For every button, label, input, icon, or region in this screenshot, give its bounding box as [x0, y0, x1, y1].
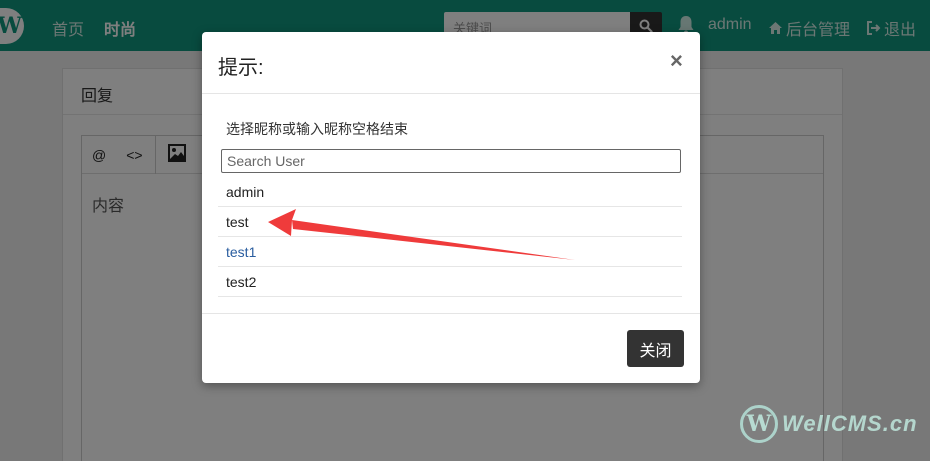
- dialog-header: 提示: ×: [202, 32, 700, 94]
- watermark-text: WellCMS.cn: [782, 411, 918, 436]
- dialog-footer-divider: [202, 313, 700, 314]
- search-user-input[interactable]: Search User: [221, 149, 681, 173]
- user-item-test[interactable]: test: [218, 207, 682, 237]
- user-list: admin test test1 test2: [218, 177, 682, 297]
- user-item-test1[interactable]: test1: [218, 237, 682, 267]
- dialog-title: 提示:: [218, 57, 264, 79]
- user-item-test2[interactable]: test2: [218, 267, 682, 297]
- user-item-admin[interactable]: admin: [218, 177, 682, 207]
- close-icon[interactable]: ×: [670, 48, 683, 74]
- close-button[interactable]: 关闭: [627, 330, 684, 367]
- dialog-hint: 选择昵称或输入昵称空格结束: [226, 121, 408, 137]
- watermark-logo: W: [740, 405, 778, 443]
- wellcms-watermark: W WellCMS.cn: [740, 405, 918, 443]
- mention-dialog: 提示: × 选择昵称或输入昵称空格结束 Search User admin te…: [202, 32, 700, 383]
